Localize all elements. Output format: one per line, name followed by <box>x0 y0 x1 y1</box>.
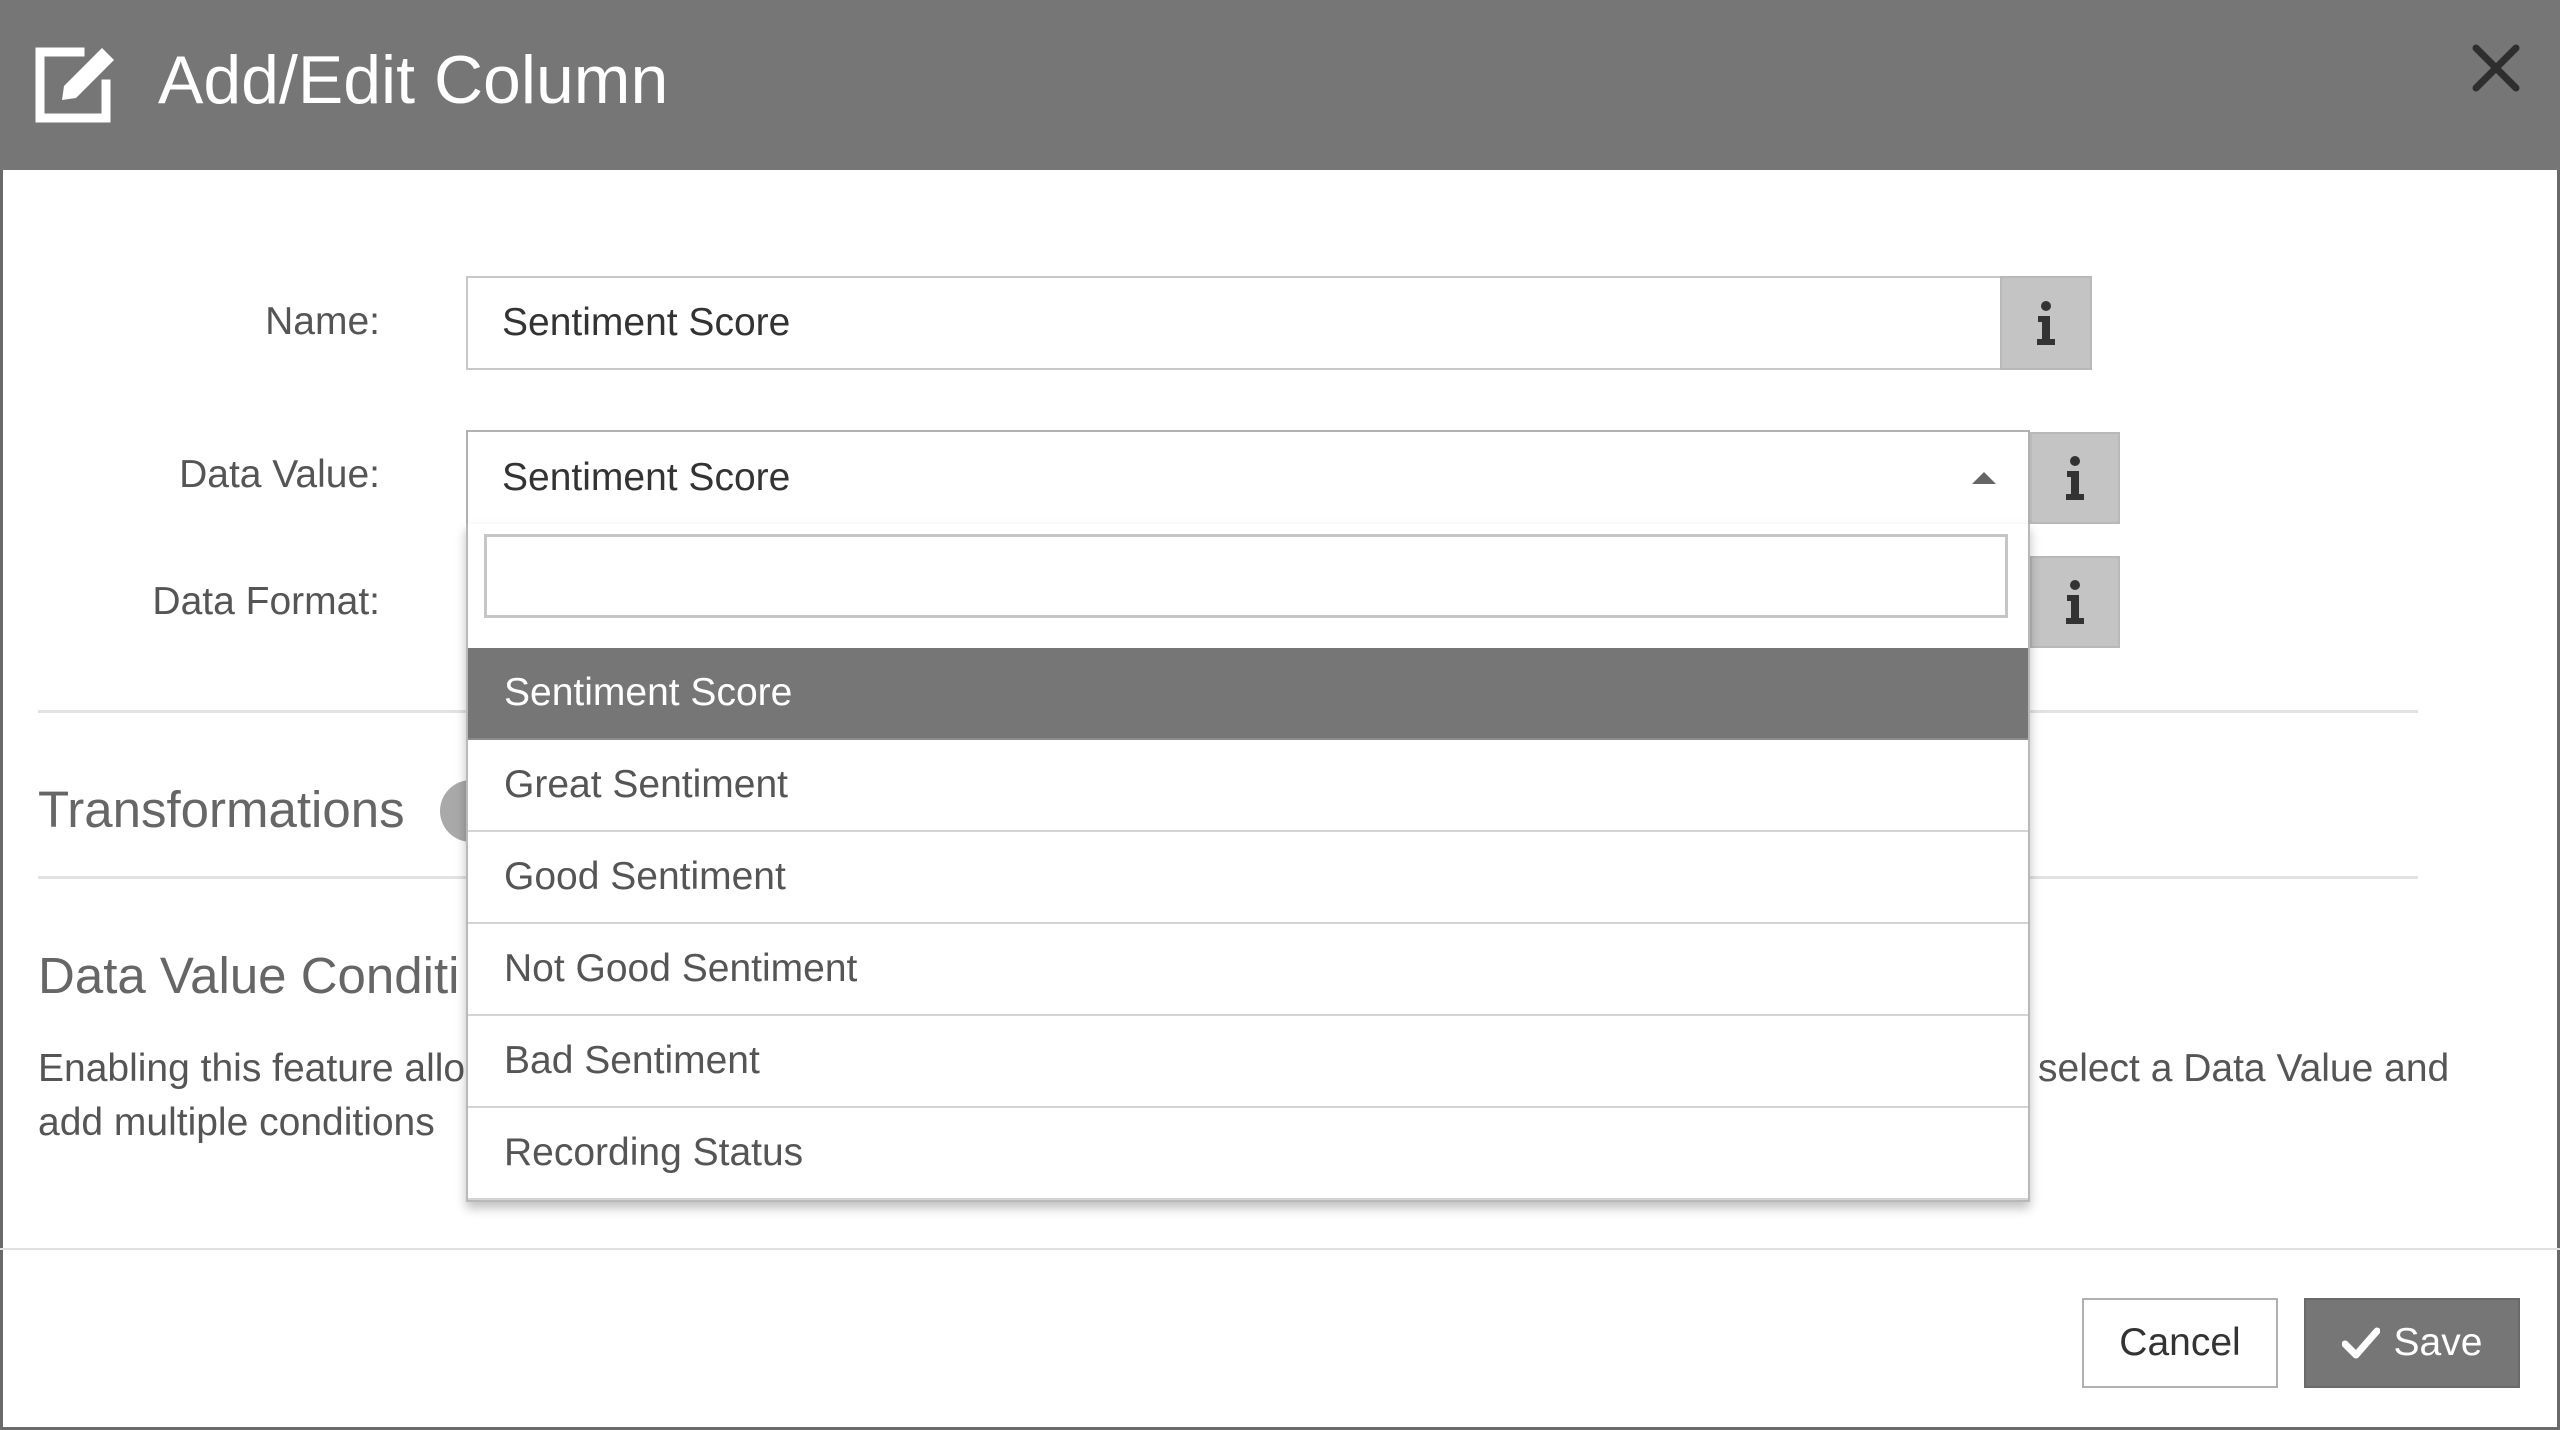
dropdown-options-list: Sentiment Score Great Sentiment Good Senti… <box>468 648 2028 1200</box>
edit-icon <box>35 47 114 123</box>
cancel-button[interactable]: Cancel <box>2082 1298 2278 1388</box>
data-value-selected: Sentiment Score <box>502 456 791 499</box>
info-icon <box>2066 580 2084 624</box>
conditions-description-right: select a Data Value and <box>2038 1047 2450 1090</box>
data-value-label: Data Value: <box>179 453 380 496</box>
dropdown-option[interactable]: Not Good Sentiment <box>468 924 2028 1016</box>
check-icon <box>2341 1327 2380 1359</box>
footer-divider <box>0 1248 2560 1250</box>
data-value-info-button[interactable] <box>2030 432 2120 524</box>
name-label: Name: <box>265 300 380 343</box>
info-icon <box>2037 301 2055 345</box>
close-icon[interactable] <box>2466 38 2526 98</box>
transformations-title: Transformations <box>38 781 405 838</box>
save-label: Save <box>2393 1321 2483 1364</box>
data-value-dropdown: Sentiment Score Great Sentiment Good Senti… <box>466 524 2030 1202</box>
dialog-header: Add/Edit Column <box>0 0 2560 170</box>
dropdown-option[interactable]: Sentiment Score <box>468 648 2028 740</box>
data-format-info-button[interactable] <box>2030 556 2120 648</box>
dropdown-option[interactable]: Recording Status <box>468 1108 2028 1200</box>
conditions-description-line1: Enabling this feature allo <box>38 1047 466 1090</box>
dropdown-option[interactable]: Good Sentiment <box>468 832 2028 924</box>
dropdown-search-input[interactable] <box>484 534 2008 618</box>
data-value-select[interactable]: Sentiment Score <box>466 430 2030 526</box>
dialog-title: Add/Edit Column <box>158 42 669 118</box>
conditions-title: Data Value Conditi <box>38 947 460 1004</box>
dropdown-option[interactable]: Great Sentiment <box>468 740 2028 832</box>
caret-up-icon <box>1972 472 1996 484</box>
dropdown-option[interactable]: Bad Sentiment <box>468 1016 2028 1108</box>
name-info-button[interactable] <box>2000 276 2092 370</box>
name-input[interactable]: Sentiment Score <box>466 276 2002 370</box>
data-format-label: Data Format: <box>152 580 380 623</box>
save-button[interactable]: Save <box>2304 1298 2520 1388</box>
info-icon <box>2066 456 2084 500</box>
conditions-description-line2: add multiple conditions <box>38 1101 435 1144</box>
